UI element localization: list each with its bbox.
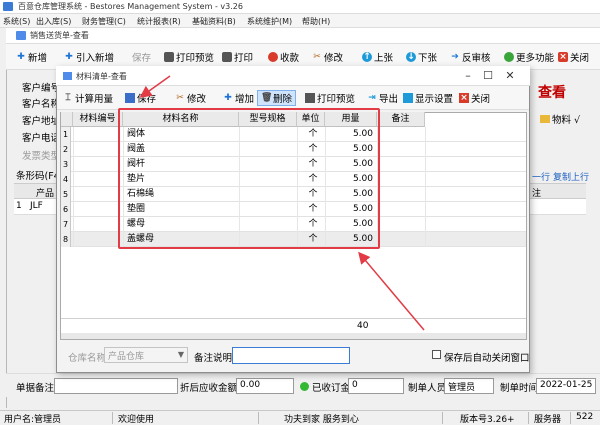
- arrow-to-table: [358, 251, 425, 331]
- annotation-arrows: [139, 75, 425, 331]
- arrow-to-save: [139, 75, 171, 98]
